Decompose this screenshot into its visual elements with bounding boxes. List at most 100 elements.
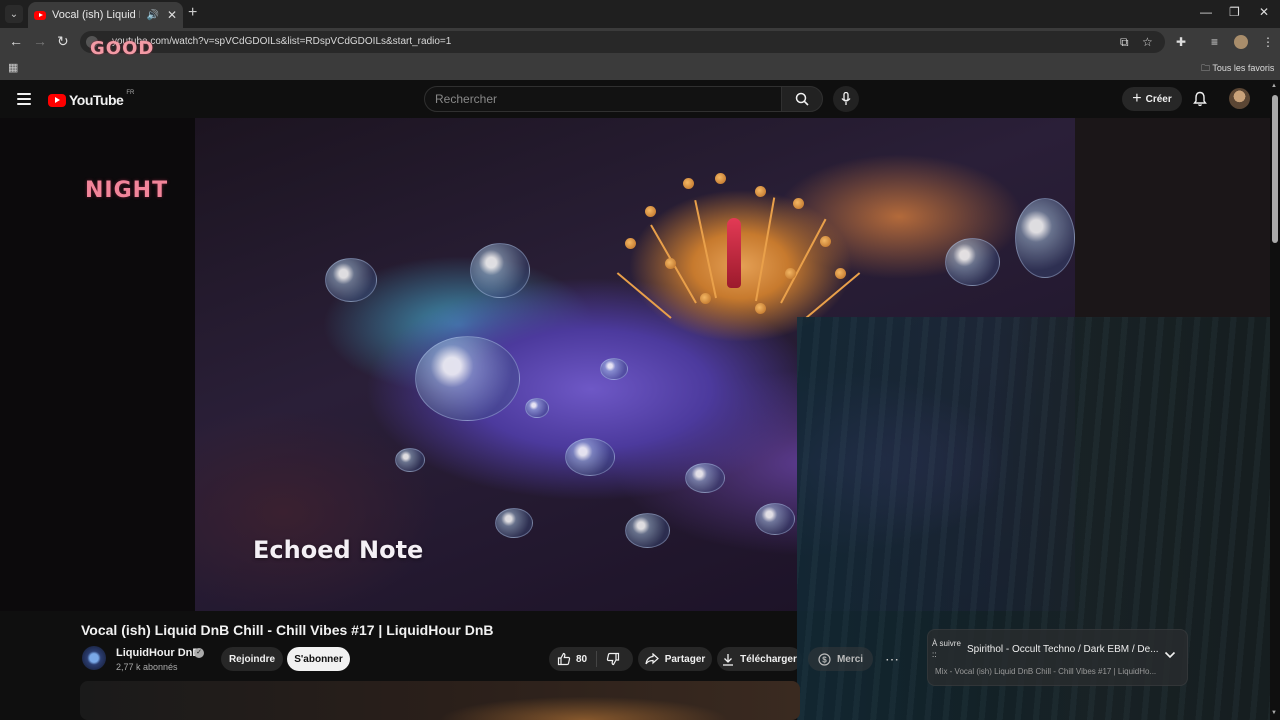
like-dislike-group: 80 xyxy=(549,647,633,671)
flower-stamen xyxy=(694,199,717,299)
bookmark-star-icon[interactable]: ☆ xyxy=(1142,35,1153,49)
flower-anther xyxy=(820,236,831,247)
youtube-play-icon xyxy=(48,93,66,107)
water-drop xyxy=(945,238,1000,286)
close-window-icon[interactable]: ✕ xyxy=(1259,5,1269,19)
video-title: Vocal (ish) Liquid DnB Chill - Chill Vib… xyxy=(81,622,494,638)
youtube-logo[interactable]: YouTube FR xyxy=(48,90,134,108)
water-drop xyxy=(470,243,530,298)
up-next-title[interactable]: Spirithol - Occult Techno / Dark EBM / D… xyxy=(967,644,1159,655)
share-arrow-icon xyxy=(645,653,659,665)
flower-anther xyxy=(755,303,766,314)
media-control-icon[interactable]: ≡ xyxy=(1211,35,1218,49)
install-app-icon[interactable]: ⧉ xyxy=(1120,35,1129,50)
tab-close-icon[interactable]: ✕ xyxy=(167,8,177,22)
flower-anther xyxy=(665,258,676,269)
browser-menu-icon[interactable]: ⋮ xyxy=(1262,35,1274,49)
video-overlay-title: Echoed Note xyxy=(253,536,424,564)
menu-icon[interactable] xyxy=(17,93,31,105)
scroll-up-arrow-icon[interactable]: ▲ xyxy=(1271,83,1277,89)
channel-name[interactable]: LiquidHour DnB xyxy=(116,647,200,659)
overlay-night-text: NIGHT xyxy=(85,178,169,203)
youtube-favicon-icon xyxy=(34,10,46,20)
apps-grid-icon[interactable]: ▦ xyxy=(8,61,18,74)
account-avatar[interactable] xyxy=(1229,88,1250,109)
extensions-icon[interactable]: ✚ xyxy=(1176,35,1186,49)
url-text[interactable]: youtube.com/watch?v=spVCdGDOILs&list=RDs… xyxy=(112,36,451,47)
flower-anther xyxy=(625,238,636,249)
water-drop xyxy=(325,258,377,302)
like-button[interactable]: 80 xyxy=(557,652,587,666)
create-label: Créer xyxy=(1145,93,1172,105)
water-drop xyxy=(565,438,615,476)
subscribe-button[interactable]: S'abonner xyxy=(287,647,350,671)
like-divider xyxy=(596,651,597,667)
up-next-card[interactable] xyxy=(927,629,1188,686)
download-label: Télécharger xyxy=(740,653,797,665)
water-drop xyxy=(525,398,549,418)
more-actions-icon[interactable]: ⋯ xyxy=(879,647,905,671)
flower-stamen xyxy=(616,272,672,319)
up-next-label: À suivre :: xyxy=(932,639,961,659)
minimize-icon[interactable]: — xyxy=(1200,5,1212,19)
up-next-playlist: Mix - Vocal (ish) Liquid DnB Chill - Chi… xyxy=(935,667,1157,676)
flower-stamen xyxy=(780,218,827,304)
flower-anther xyxy=(785,268,796,279)
flower-anther xyxy=(683,178,694,189)
search-input[interactable]: Rechercher xyxy=(424,86,782,112)
bookmarks-folder-label: Tous les favoris xyxy=(1212,63,1275,73)
share-label: Partager xyxy=(664,653,706,665)
join-button[interactable]: Rejoindre xyxy=(221,647,283,671)
plus-icon: + xyxy=(1132,90,1142,107)
like-count: 80 xyxy=(576,653,588,665)
restore-icon[interactable]: ❐ xyxy=(1229,5,1240,19)
flower-anther xyxy=(755,186,766,197)
thanks-label: Merci xyxy=(836,653,864,665)
share-button[interactable]: Partager xyxy=(638,647,712,671)
browser-tab[interactable]: Vocal (ish) Liquid DnB Chill 🔊 ✕ xyxy=(28,2,183,28)
search-button[interactable] xyxy=(781,86,823,112)
chevron-down-icon[interactable] xyxy=(1164,650,1176,660)
all-bookmarks-folder[interactable]: 🗀 Tous les favoris xyxy=(1201,61,1274,77)
svg-text:$: $ xyxy=(822,655,827,664)
new-tab-button[interactable]: + xyxy=(188,4,197,22)
notifications-bell-icon[interactable] xyxy=(1193,91,1207,107)
create-button[interactable]: + Créer xyxy=(1122,87,1182,111)
download-button[interactable]: Télécharger xyxy=(717,647,802,671)
flower-anther xyxy=(835,268,846,279)
scroll-down-arrow-icon[interactable]: ▼ xyxy=(1271,710,1277,716)
thumbs-up-icon xyxy=(557,652,571,666)
water-drop xyxy=(600,358,628,380)
back-icon[interactable]: ← xyxy=(9,33,23,49)
speaker-icon[interactable]: 🔊 xyxy=(146,10,158,21)
voice-search-button[interactable] xyxy=(833,86,859,112)
reload-icon[interactable]: ↻ xyxy=(57,33,69,50)
subscriber-count: 2,77 k abonnés xyxy=(116,662,178,672)
water-drop xyxy=(1015,198,1075,278)
thumbs-down-icon xyxy=(606,652,620,666)
thanks-button[interactable]: $ Merci xyxy=(808,647,873,671)
flower-anther xyxy=(645,206,656,217)
forward-icon[interactable]: → xyxy=(33,33,47,49)
flower-anther xyxy=(793,198,804,209)
channel-avatar[interactable] xyxy=(82,646,106,670)
video-letterbox-right xyxy=(1075,118,1270,318)
dislike-button[interactable] xyxy=(606,652,620,671)
description-preview[interactable] xyxy=(80,681,800,720)
flower-anther xyxy=(715,173,726,184)
tab-title: Vocal (ish) Liquid DnB Chill xyxy=(52,9,140,21)
water-drop xyxy=(395,448,425,472)
water-drop xyxy=(495,508,533,538)
scrollbar-thumb[interactable] xyxy=(1272,95,1278,243)
water-drop xyxy=(685,463,725,493)
flower-stamen xyxy=(755,197,776,302)
download-icon xyxy=(723,653,734,666)
logo-text: YouTube xyxy=(69,92,124,108)
flower-stamen xyxy=(805,272,861,319)
bookmarks-bar xyxy=(0,56,1280,80)
tab-search-button[interactable]: ⌄ xyxy=(5,5,23,23)
flower-anther xyxy=(700,293,711,304)
folder-icon: 🗀 xyxy=(1201,63,1211,73)
super-thanks-icon: $ xyxy=(818,652,831,666)
profile-avatar[interactable] xyxy=(1234,35,1248,49)
